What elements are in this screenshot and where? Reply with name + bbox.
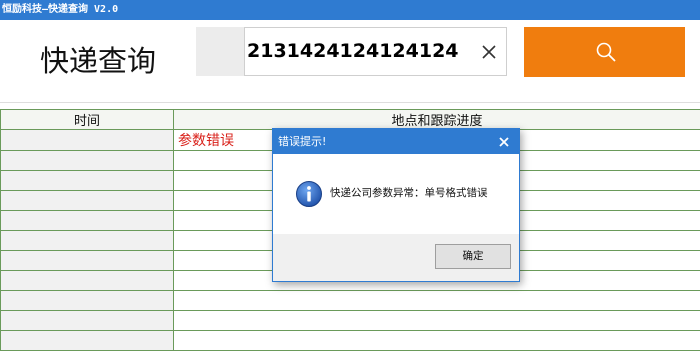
error-dialog: 错误提示! 快递公司参数异常：单号格式错误 确定 <box>272 128 520 282</box>
search-header: 快递查询 <box>0 20 700 103</box>
search-icon <box>595 41 617 63</box>
table-row <box>1 331 700 351</box>
cell-time <box>1 271 174 291</box>
info-icon <box>295 180 323 212</box>
column-header-time: 时间 <box>1 110 174 130</box>
search-field <box>244 27 507 76</box>
close-icon[interactable] <box>480 43 498 61</box>
search-button[interactable] <box>524 27 685 77</box>
column-header-progress: 地点和跟踪进度 <box>174 110 700 130</box>
cell-time <box>1 311 174 331</box>
cell-time <box>1 151 174 171</box>
cell-time <box>1 251 174 271</box>
cell-progress <box>174 311 700 331</box>
cell-progress <box>174 331 700 351</box>
dialog-footer: 确定 <box>273 234 519 281</box>
cell-time <box>1 331 174 351</box>
table-row <box>1 291 700 311</box>
cell-time <box>1 130 174 151</box>
table-header-row: 时间 地点和跟踪进度 <box>1 110 700 130</box>
table-row <box>1 311 700 331</box>
search-prefix-panel <box>196 27 244 76</box>
dialog-body: 快递公司参数异常：单号格式错误 <box>273 154 519 234</box>
dialog-title: 错误提示! <box>273 129 519 154</box>
tracking-number-input[interactable] <box>247 37 473 65</box>
cell-progress <box>174 291 700 311</box>
ok-button[interactable]: 确定 <box>435 244 511 269</box>
window-title: 恒励科技—快递查询 V2.0 <box>0 0 700 20</box>
dialog-message: 快递公司参数异常：单号格式错误 <box>330 185 488 200</box>
page-title: 快递查询 <box>40 38 156 80</box>
cell-time <box>1 231 174 251</box>
close-icon[interactable] <box>497 134 511 148</box>
cell-time <box>1 291 174 311</box>
search-area <box>196 27 507 76</box>
cell-time <box>1 211 174 231</box>
cell-time <box>1 191 174 211</box>
cell-time <box>1 171 174 191</box>
